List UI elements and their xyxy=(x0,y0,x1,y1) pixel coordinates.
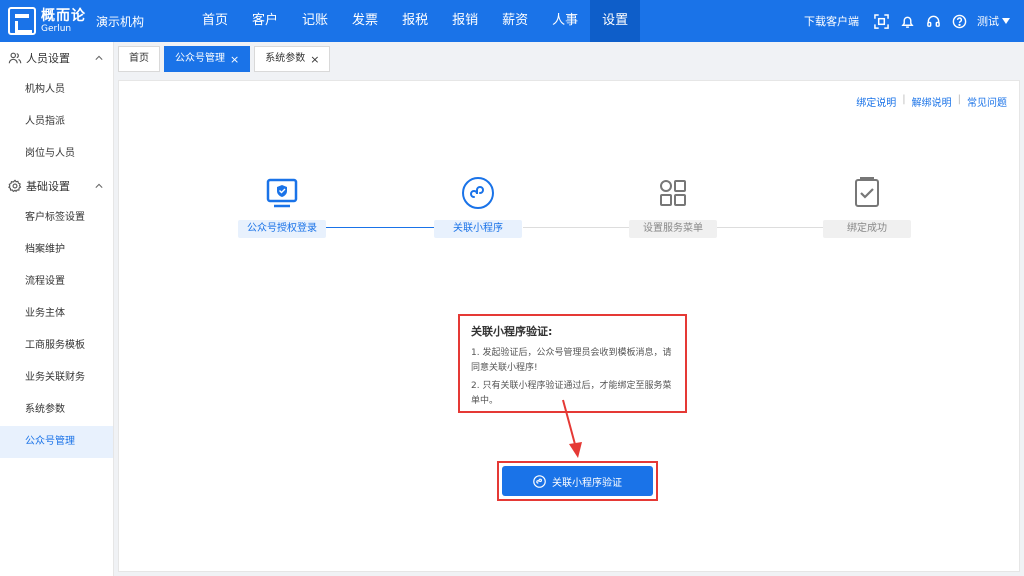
tab-system-params[interactable]: 系统参数 × xyxy=(254,46,331,72)
logo-mark-icon xyxy=(8,7,36,35)
step-4: 绑定成功 xyxy=(823,176,911,238)
step-connector xyxy=(523,227,629,228)
tab-label: 首页 xyxy=(129,53,149,64)
sidebar-item-archives[interactable]: 档案维护 xyxy=(0,234,113,266)
unbind-guide-link[interactable]: 解绑说明 xyxy=(912,94,952,109)
bind-guide-link[interactable]: 绑定说明 xyxy=(856,94,896,109)
nav-bookkeeping[interactable]: 记账 xyxy=(290,0,340,42)
tab-home[interactable]: 首页 xyxy=(118,46,160,72)
sidebar-item-system-params[interactable]: 系统参数 xyxy=(0,394,113,426)
nav-reimbursement[interactable]: 报销 xyxy=(440,0,490,42)
sidebar-item-positions[interactable]: 岗位与人员 xyxy=(0,138,113,170)
gear-icon xyxy=(8,179,22,193)
monitor-shield-icon xyxy=(265,176,299,210)
chevron-up-icon xyxy=(95,183,103,188)
step-label: 绑定成功 xyxy=(823,220,911,238)
sidebar-item-staff[interactable]: 机构人员 xyxy=(0,74,113,106)
check-document-icon xyxy=(850,176,884,210)
page-tabs: 首页 公众号管理 × 系统参数 × xyxy=(118,46,331,72)
tab-label: 系统参数 xyxy=(265,53,306,64)
progress-steps: 公众号授权登录 关联小程序 设置服务菜单 绑定成功 xyxy=(119,176,1021,238)
sidebar-group-personnel[interactable]: 人员设置 xyxy=(0,42,113,74)
chevron-up-icon xyxy=(95,55,103,60)
main-content: 绑定说明 | 解绑说明 | 常见问题 公众号授权登录 关联小程序 设置服务菜单 xyxy=(118,80,1020,572)
step-connector xyxy=(717,227,823,228)
tab-official-account[interactable]: 公众号管理 × xyxy=(164,46,251,72)
sidebar-item-linked-finance[interactable]: 业务关联财务 xyxy=(0,362,113,394)
logo-en: Gerlun xyxy=(41,23,72,34)
user-name: 测试 xyxy=(977,15,999,28)
org-name: 演示机构 xyxy=(96,14,145,29)
verify-button-highlight: 关联小程序验证 xyxy=(497,461,658,501)
help-links: 绑定说明 | 解绑说明 | 常见问题 xyxy=(856,94,1007,109)
note-title: 关联小程序验证: xyxy=(471,325,553,338)
users-icon xyxy=(8,51,22,65)
nav-customers[interactable]: 客户 xyxy=(240,0,290,42)
step-connector-done xyxy=(325,227,435,228)
help-icon[interactable] xyxy=(951,13,967,29)
nav-payroll[interactable]: 薪资 xyxy=(490,0,540,42)
sidebar-item-official-account[interactable]: 公众号管理 xyxy=(0,426,113,458)
tab-label: 公众号管理 xyxy=(175,53,225,64)
close-icon[interactable]: × xyxy=(230,54,239,65)
sidebar: 人员设置 机构人员 人员指派 岗位与人员 基础设置 客户标签设置 档案维护 流程… xyxy=(0,42,114,576)
button-label: 关联小程序验证 xyxy=(552,477,622,489)
nav-settings[interactable]: 设置 xyxy=(590,0,641,42)
verify-miniprogram-button[interactable]: 关联小程序验证 xyxy=(502,466,653,496)
link-separator: | xyxy=(957,94,961,105)
sidebar-group-label: 基础设置 xyxy=(26,180,70,193)
logo-cn: 概而论 xyxy=(41,7,86,24)
close-icon[interactable]: × xyxy=(310,54,319,65)
step-1: 公众号授权登录 xyxy=(238,176,326,238)
step-3: 设置服务菜单 xyxy=(629,176,717,238)
step-label: 关联小程序 xyxy=(434,220,522,238)
top-bar: 概而论 Gerlun 演示机构 首页 客户 记账 发票 报税 报销 薪资 人事 … xyxy=(0,0,1024,42)
step-label: 设置服务菜单 xyxy=(629,220,717,238)
fullscreen-icon[interactable] xyxy=(873,13,889,29)
note-line: 1. 发起验证后，公众号管理员会收到模板消息，请同意关联小程序! xyxy=(471,348,672,373)
headset-icon[interactable] xyxy=(925,13,941,29)
arrow-annotation-icon xyxy=(562,399,582,458)
sidebar-item-workflow[interactable]: 流程设置 xyxy=(0,266,113,298)
link-separator: | xyxy=(902,94,906,105)
nav-home[interactable]: 首页 xyxy=(190,0,240,42)
sidebar-item-service-template[interactable]: 工商服务模板 xyxy=(0,330,113,362)
sidebar-item-business-entity[interactable]: 业务主体 xyxy=(0,298,113,330)
step-label: 公众号授权登录 xyxy=(238,220,326,238)
faq-link[interactable]: 常见问题 xyxy=(967,94,1007,109)
sidebar-item-customer-tags[interactable]: 客户标签设置 xyxy=(0,202,113,234)
user-menu[interactable]: 测试 xyxy=(977,13,1010,29)
bell-icon[interactable] xyxy=(899,13,915,29)
nav-invoices[interactable]: 发票 xyxy=(340,0,390,42)
nav-hr[interactable]: 人事 xyxy=(540,0,590,42)
caret-down-icon xyxy=(1002,18,1010,24)
grid-menu-icon xyxy=(656,176,690,210)
download-client-link[interactable]: 下载客户端 xyxy=(804,13,859,29)
sidebar-group-basic[interactable]: 基础设置 xyxy=(0,170,113,202)
main-nav: 首页 客户 记账 发票 报税 报销 薪资 人事 设置 xyxy=(190,0,641,42)
logo[interactable]: 概而论 Gerlun 演示机构 xyxy=(0,7,190,35)
step-2: 关联小程序 xyxy=(434,176,522,238)
miniprogram-icon xyxy=(533,474,546,488)
nav-tax[interactable]: 报税 xyxy=(390,0,440,42)
sidebar-group-label: 人员设置 xyxy=(26,52,70,65)
miniprogram-icon xyxy=(461,176,495,210)
sidebar-item-assignment[interactable]: 人员指派 xyxy=(0,106,113,138)
